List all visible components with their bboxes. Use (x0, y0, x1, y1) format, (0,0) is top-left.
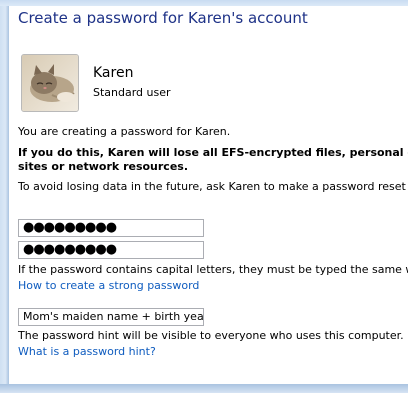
window-frame-bottom (0, 384, 408, 393)
intro-text: You are creating a password for Karen. (18, 125, 231, 138)
kitten-photo-icon (21, 54, 79, 112)
confirm-password-input[interactable]: ●●●●●●●●● (18, 241, 204, 259)
hint-visibility-note: The password hint will be visible to eve… (18, 329, 404, 342)
content-pane: Create a password for Karen's account Ka… (9, 6, 408, 384)
window-frame-left (0, 0, 9, 393)
password-hint-link[interactable]: What is a password hint? (18, 345, 156, 358)
new-password-input[interactable]: ●●●●●●●●● (18, 219, 204, 237)
caps-note: If the password contains capital letters… (18, 263, 408, 276)
password-hint-input[interactable]: Mom's maiden name + birth year (18, 308, 204, 326)
page-title: Create a password for Karen's account (18, 9, 308, 27)
reset-disk-advice: To avoid losing data in the future, ask … (18, 180, 408, 193)
account-name: Karen (93, 65, 134, 81)
warning-text-line2: sites or network resources. (18, 160, 189, 173)
warning-text-line1: If you do this, Karen will lose all EFS-… (18, 146, 408, 159)
strong-password-link[interactable]: How to create a strong password (18, 279, 199, 292)
account-type: Standard user (93, 86, 171, 99)
